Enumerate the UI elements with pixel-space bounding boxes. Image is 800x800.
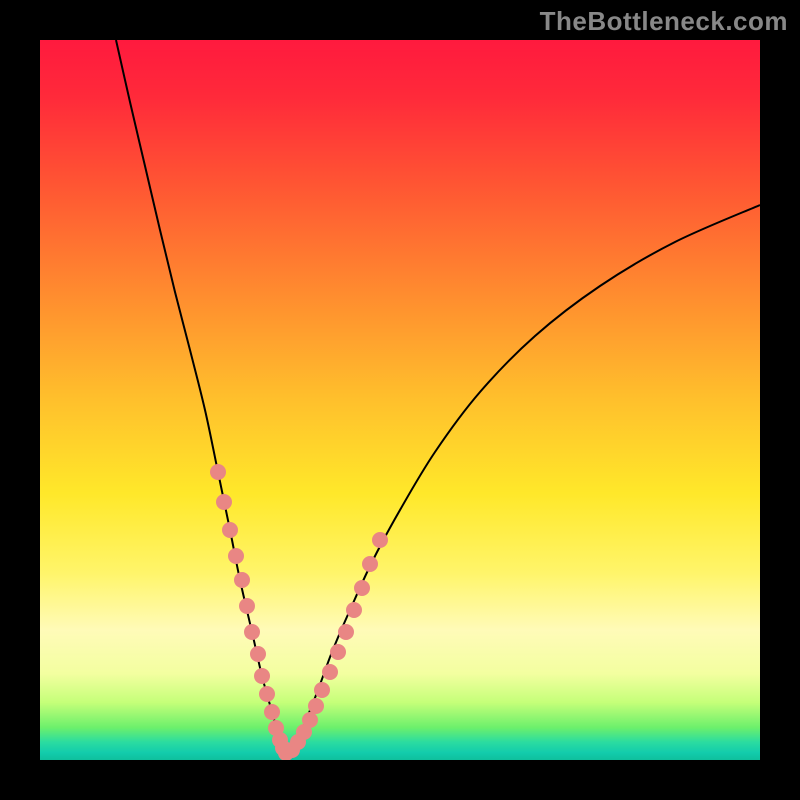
bottleneck-chart bbox=[40, 40, 760, 760]
curve-marker bbox=[354, 580, 370, 596]
gradient-background bbox=[40, 40, 760, 760]
plot-area bbox=[40, 40, 760, 760]
curve-marker bbox=[302, 712, 318, 728]
curve-marker bbox=[308, 698, 324, 714]
curve-marker bbox=[372, 532, 388, 548]
curve-marker bbox=[216, 494, 232, 510]
watermark-text: TheBottleneck.com bbox=[540, 6, 788, 37]
curve-marker bbox=[330, 644, 346, 660]
curve-marker bbox=[234, 572, 250, 588]
curve-marker bbox=[264, 704, 280, 720]
curve-marker bbox=[239, 598, 255, 614]
curve-marker bbox=[346, 602, 362, 618]
curve-marker bbox=[250, 646, 266, 662]
chart-frame: TheBottleneck.com bbox=[0, 0, 800, 800]
curve-marker bbox=[210, 464, 226, 480]
curve-marker bbox=[244, 624, 260, 640]
curve-marker bbox=[338, 624, 354, 640]
curve-marker bbox=[362, 556, 378, 572]
curve-marker bbox=[222, 522, 238, 538]
curve-marker bbox=[254, 668, 270, 684]
curve-marker bbox=[322, 664, 338, 680]
curve-marker bbox=[314, 682, 330, 698]
curve-marker bbox=[259, 686, 275, 702]
curve-marker bbox=[228, 548, 244, 564]
